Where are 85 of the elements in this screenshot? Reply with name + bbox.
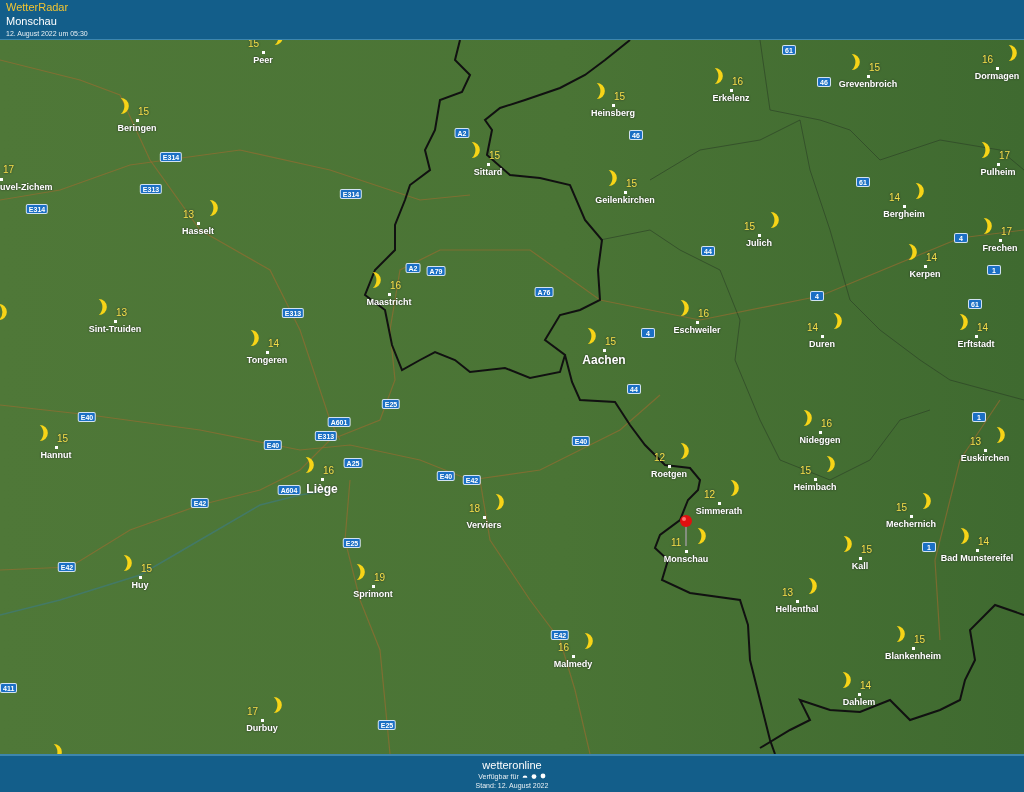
city-name: Roetgen bbox=[651, 470, 687, 479]
city-name: Dahlem bbox=[842, 698, 876, 707]
temperature-label: 13 bbox=[782, 588, 794, 598]
location-title: Monschau bbox=[6, 16, 58, 27]
city-name: Erkelenz bbox=[712, 94, 750, 103]
brand-logo: wetteronline bbox=[482, 759, 542, 771]
city-name: Erftstadt bbox=[957, 340, 995, 349]
temperature-label: 19 bbox=[374, 573, 386, 583]
city-name: Grevenbroich bbox=[838, 80, 898, 89]
city-name: Bad Munstereifel bbox=[940, 554, 1014, 563]
temperature-label: 13 bbox=[116, 308, 128, 318]
temperature-label: 16 bbox=[732, 77, 744, 87]
city-name: Eschweiler bbox=[673, 326, 721, 335]
city-name: Simmerath bbox=[695, 507, 743, 516]
temperature-label: 14 bbox=[860, 681, 872, 691]
temperature-label: 15 bbox=[141, 564, 153, 574]
city-name: Hasselt bbox=[182, 227, 214, 236]
city-name: Liège bbox=[306, 483, 338, 495]
temperature-label: 14 bbox=[807, 323, 819, 333]
temperature-label: 15 bbox=[869, 63, 881, 73]
city-name: Dormagen bbox=[974, 72, 1020, 81]
temperature-label: 17 bbox=[999, 151, 1011, 161]
temperature-label: 15 bbox=[489, 151, 501, 161]
city-name: Blankenheim bbox=[885, 652, 941, 661]
city-name: Geilenkirchen bbox=[595, 196, 655, 205]
temperature-label: 16 bbox=[558, 643, 570, 653]
temperature-label: 16 bbox=[982, 55, 994, 65]
city-name: Malmedy bbox=[553, 660, 593, 669]
city-name: Monschau bbox=[663, 555, 709, 564]
city-name: Frechen bbox=[982, 244, 1018, 253]
app-title: WetterRadar bbox=[6, 2, 70, 13]
temperature-label: 11 bbox=[671, 538, 682, 548]
city-name: Pulheim bbox=[980, 168, 1016, 177]
city-name: Kall bbox=[851, 562, 869, 571]
temperature-label: 15 bbox=[605, 337, 617, 347]
city-name: Sittard bbox=[473, 168, 503, 177]
city-name: Bergheim bbox=[883, 210, 925, 219]
city-name: Durbuy bbox=[246, 724, 278, 733]
city-name: Heimbach bbox=[793, 483, 837, 492]
city-name: uvel-Zichem bbox=[0, 183, 53, 192]
temperature-label: 12 bbox=[654, 453, 666, 463]
temperature-label: 14 bbox=[268, 339, 280, 349]
city-name: Tongeren bbox=[246, 356, 288, 365]
temperature-label: 18 bbox=[469, 504, 481, 514]
temperature-label: 15 bbox=[914, 635, 926, 645]
temperature-label: 17 bbox=[3, 165, 15, 175]
temperature-label: 15 bbox=[614, 92, 626, 102]
city-name: Verviers bbox=[466, 521, 502, 530]
city-name: Huy bbox=[131, 581, 149, 590]
temperature-label: 15 bbox=[800, 466, 812, 476]
temperature-label: 15 bbox=[744, 222, 756, 232]
city-name: Nideggen bbox=[799, 436, 841, 445]
city-name: Mechernich bbox=[886, 520, 936, 529]
temperature-label: 15 bbox=[57, 434, 69, 444]
temperature-label: 17 bbox=[247, 707, 259, 717]
city-name: Aachen bbox=[582, 354, 626, 366]
city-name: Maastricht bbox=[366, 298, 412, 307]
temperature-label: 16 bbox=[698, 309, 710, 319]
temperature-label: 14 bbox=[977, 323, 989, 333]
city-name: Duren bbox=[809, 340, 835, 349]
temperature-label: 13 bbox=[183, 210, 195, 220]
city-name: Kerpen bbox=[909, 270, 941, 279]
temperature-label: 14 bbox=[889, 193, 901, 203]
city-name: Euskirchen bbox=[960, 454, 1010, 463]
city-name: Hellenthal bbox=[775, 605, 819, 614]
temperature-label: 14 bbox=[978, 537, 990, 547]
temperature-label: 16 bbox=[821, 419, 833, 429]
temperature-label: 15 bbox=[861, 545, 873, 555]
temperature-label: 15 bbox=[896, 503, 908, 513]
temperature-label: 17 bbox=[1001, 227, 1013, 237]
city-name: Sprimont bbox=[353, 590, 393, 599]
temperature-label: 14 bbox=[926, 253, 938, 263]
temperature-label: 16 bbox=[323, 466, 335, 476]
temperature-label: 15 bbox=[248, 40, 260, 49]
city-name: Sint-Truiden bbox=[88, 325, 142, 334]
city-name: Hannut bbox=[40, 451, 72, 460]
city-name: Julich bbox=[746, 239, 772, 248]
temperature-label: 13 bbox=[970, 437, 982, 447]
temperature-label: 12 bbox=[704, 490, 716, 500]
city-name: Beringen bbox=[117, 124, 157, 133]
temperature-label: 16 bbox=[390, 281, 402, 291]
city-name: Peer bbox=[253, 56, 273, 65]
temperature-label: 15 bbox=[138, 107, 150, 117]
temperature-label: 15 bbox=[626, 179, 638, 189]
city-name: Heinsberg bbox=[591, 109, 635, 118]
